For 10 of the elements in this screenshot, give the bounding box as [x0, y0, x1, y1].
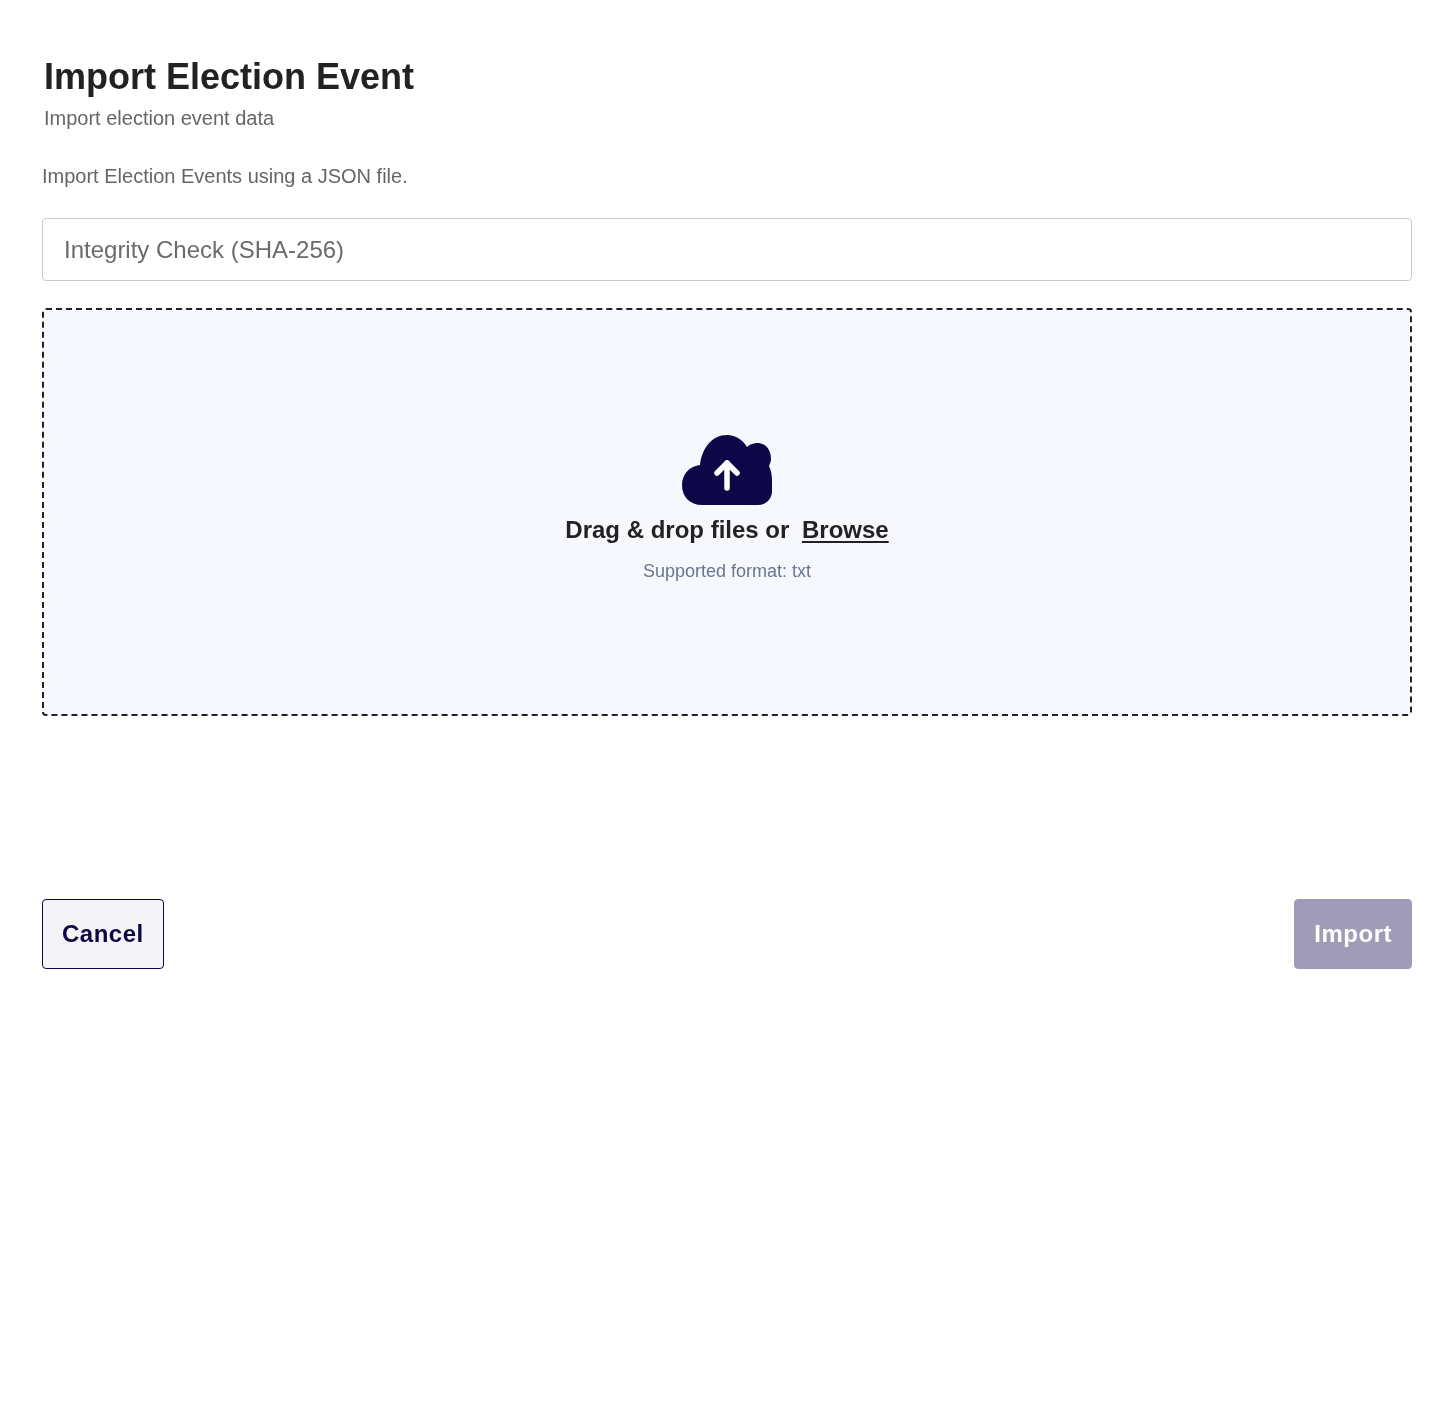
- upload-prompt: Drag & drop files or Browse: [565, 514, 889, 545]
- page-subtitle: Import election event data: [44, 106, 275, 131]
- supported-format-hint: Supported format: txt: [642, 559, 812, 582]
- description-text: Import Election Events using a JSON file.: [42, 164, 408, 189]
- cancel-button[interactable]: Cancel: [42, 899, 164, 969]
- cloud-upload-icon: [682, 434, 772, 505]
- page-title: Import Election Event: [44, 55, 415, 99]
- integrity-check-input-field[interactable]: Integrity Check (SHA-256): [42, 218, 1412, 281]
- file-drop-zone[interactable]: Drag & drop files or Browse Supported format: txt: [42, 308, 1412, 716]
- browse-link[interactable]: Browse: [802, 515, 889, 543]
